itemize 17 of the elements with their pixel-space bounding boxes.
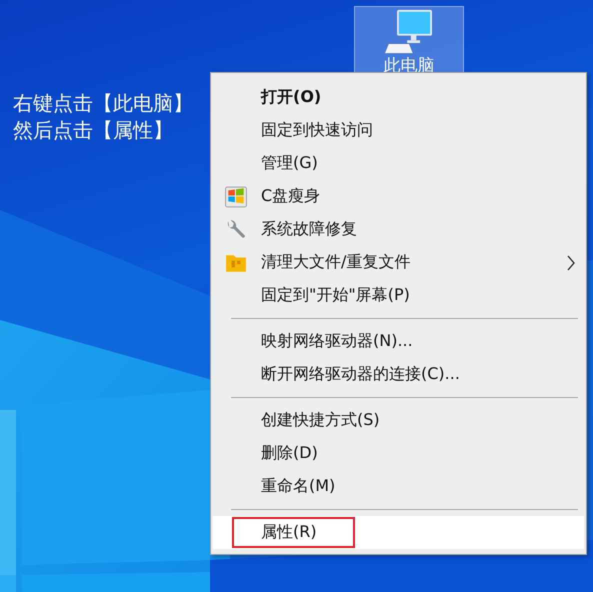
instruction-text: 右键点击【此电脑】 [13, 90, 193, 117]
menu-item[interactable]: 创建快捷方式(S) [213, 404, 584, 437]
menu-item[interactable]: 固定到"开始"屏幕(P) [213, 279, 584, 312]
menu-item[interactable]: 固定到快速访问 [213, 114, 584, 147]
windows-drive-icon [225, 186, 247, 208]
menu-item[interactable]: 断开网络驱动器的连接(C)... [213, 358, 584, 391]
wrench-icon [225, 219, 247, 241]
menu-item[interactable]: 清理大文件/重复文件 [213, 246, 584, 279]
menu-item[interactable]: 管理(G) [213, 147, 584, 180]
chevron-right-icon [566, 255, 576, 271]
menu-item[interactable]: 属性(R) [213, 516, 584, 549]
menu-item[interactable]: 重命名(M) [213, 470, 584, 503]
menu-item[interactable]: 删除(D) [213, 437, 584, 470]
menu-item[interactable]: 系统故障修复 [213, 213, 584, 246]
menu-item[interactable]: 映射网络驱动器(N)... [213, 325, 584, 358]
menu-item[interactable]: C盘瘦身 [213, 180, 584, 213]
instruction-text: 然后点击【属性】 [13, 117, 174, 144]
